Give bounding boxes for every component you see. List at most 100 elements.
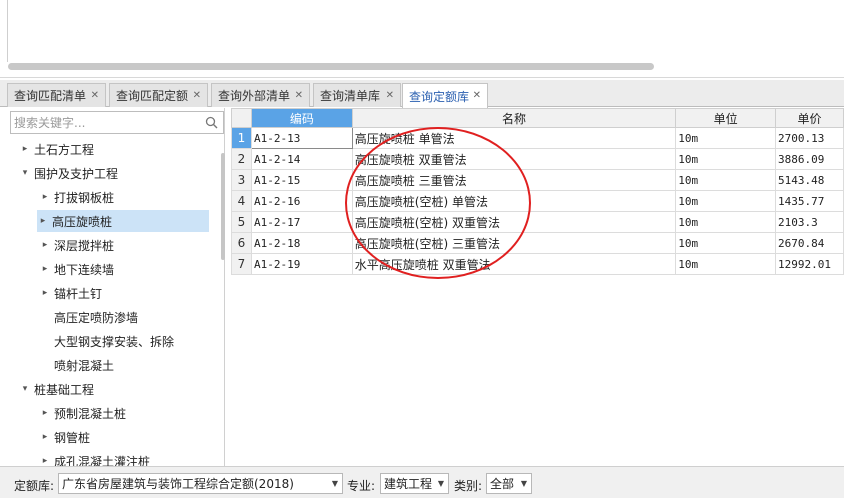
price-cell[interactable]: 5143.48 xyxy=(774,169,844,191)
row-number[interactable]: 4 xyxy=(231,190,252,212)
tree-node-label: 土石方工程 xyxy=(34,142,95,157)
table-row[interactable]: 5 A1-2-17 高压旋喷桩(空桩) 双重管法 10m 2103.3 xyxy=(231,211,844,233)
tree-node-label: 高压定喷防渗墙 xyxy=(54,310,139,325)
tree-node-label: 深层搅拌桩 xyxy=(54,238,115,253)
name-cell[interactable]: 高压旋喷桩 双重管法 xyxy=(351,148,677,170)
price-cell[interactable]: 2700.13 xyxy=(774,127,844,149)
price-cell[interactable]: 2670.84 xyxy=(774,232,844,254)
code-cell[interactable]: A1-2-17 xyxy=(250,211,353,233)
tab-query-external-list[interactable]: 查询外部清单 ✕ xyxy=(211,83,310,107)
category-label: 类别: xyxy=(454,479,483,493)
tab-label: 查询外部清单 xyxy=(218,89,291,103)
column-header-unit[interactable]: 单位 xyxy=(675,108,776,128)
unit-cell[interactable]: 10m xyxy=(675,190,776,212)
search-icon[interactable] xyxy=(205,116,218,129)
quota-table: 编码 名称 单位 单价 1 A1-2-13 高压旋喷桩 单管法 10m 2700.13 2… xyxy=(231,108,844,275)
unit-cell[interactable]: 10m xyxy=(675,148,776,170)
code-cell[interactable]: A1-2-15 xyxy=(250,169,353,191)
horizontal-scrollbar[interactable] xyxy=(8,63,654,70)
tab-query-matched-list[interactable]: 查询匹配清单 ✕ xyxy=(7,83,106,107)
tree-node[interactable]: ▸ 锚杆土钉 xyxy=(39,282,102,304)
column-header-price[interactable]: 单价 xyxy=(774,108,844,128)
name-cell[interactable]: 高压旋喷桩(空桩) 三重管法 xyxy=(351,232,677,254)
row-number[interactable]: 5 xyxy=(231,211,252,233)
table-row[interactable]: 6 A1-2-18 高压旋喷桩(空桩) 三重管法 10m 2670.84 xyxy=(231,232,844,254)
expand-arrow-icon[interactable]: ▸ xyxy=(39,456,51,466)
category-dropdown[interactable]: 全部 ▼ xyxy=(486,473,532,494)
search-box xyxy=(10,111,224,134)
expand-arrow-icon[interactable]: ▸ xyxy=(37,216,49,226)
tree-node[interactable]: ▸ 深层搅拌桩 xyxy=(39,234,114,256)
tab-query-list-library[interactable]: 查询清单库 ✕ xyxy=(313,83,401,107)
tree-node-label: 高压旋喷桩 xyxy=(52,214,113,229)
collapse-arrow-icon[interactable]: ▾ xyxy=(19,384,31,394)
expand-arrow-icon[interactable]: ▸ xyxy=(19,144,31,154)
row-number[interactable]: 2 xyxy=(231,148,252,170)
tree-node[interactable]: ▸ 钢管桩 xyxy=(39,426,90,448)
row-number[interactable]: 6 xyxy=(231,232,252,254)
row-number[interactable]: 3 xyxy=(231,169,252,191)
tab-query-matched-quota[interactable]: 查询匹配定额 ✕ xyxy=(109,83,208,107)
specialty-dropdown[interactable]: 建筑工程 ▼ xyxy=(380,473,449,494)
unit-cell[interactable]: 10m xyxy=(675,253,776,275)
close-icon[interactable]: ✕ xyxy=(473,90,481,101)
tree-node[interactable]: ▸ 地下连续墙 xyxy=(39,258,114,280)
code-cell[interactable]: A1-2-14 xyxy=(250,148,353,170)
tree-node[interactable]: ▸ 打拔钢板桩 xyxy=(39,186,114,208)
price-cell[interactable]: 1435.77 xyxy=(774,190,844,212)
name-cell[interactable]: 水平高压旋喷桩 双重管法 xyxy=(351,253,677,275)
column-header-code[interactable]: 编码 xyxy=(250,108,353,128)
close-icon[interactable]: ✕ xyxy=(91,90,99,101)
table-row[interactable]: 3 A1-2-15 高压旋喷桩 三重管法 10m 5143.48 xyxy=(231,169,844,191)
expand-arrow-icon[interactable]: ▸ xyxy=(39,288,51,298)
name-cell[interactable]: 高压旋喷桩(空桩) 双重管法 xyxy=(351,211,677,233)
specialty-value: 建筑工程 xyxy=(384,477,433,491)
tree-node[interactable]: 大型钢支撑安装、拆除 xyxy=(39,330,174,352)
tree-node[interactable]: ▾ 桩基础工程 xyxy=(19,378,94,400)
table-row[interactable]: 7 A1-2-19 水平高压旋喷桩 双重管法 10m 12992.01 xyxy=(231,253,844,275)
name-cell[interactable]: 高压旋喷桩 单管法 xyxy=(351,127,677,149)
tab-label: 查询匹配清单 xyxy=(14,89,87,103)
unit-cell[interactable]: 10m xyxy=(675,169,776,191)
table-row[interactable]: 2 A1-2-14 高压旋喷桩 双重管法 10m 3886.09 xyxy=(231,148,844,170)
expand-arrow-icon[interactable]: ▸ xyxy=(39,264,51,274)
close-icon[interactable]: ✕ xyxy=(295,90,303,101)
table-row[interactable]: 4 A1-2-16 高压旋喷桩(空桩) 单管法 10m 1435.77 xyxy=(231,190,844,212)
price-cell[interactable]: 12992.01 xyxy=(774,253,844,275)
tree-node[interactable]: ▸ 高压旋喷桩 xyxy=(37,210,209,232)
search-input[interactable] xyxy=(14,113,199,132)
name-cell[interactable]: 高压旋喷桩(空桩) 单管法 xyxy=(351,190,677,212)
code-cell[interactable]: A1-2-13 xyxy=(250,127,353,149)
row-number[interactable]: 1 xyxy=(231,127,252,149)
tree-node[interactable]: 高压定喷防渗墙 xyxy=(39,306,138,328)
price-cell[interactable]: 2103.3 xyxy=(774,211,844,233)
code-cell[interactable]: A1-2-19 xyxy=(250,253,353,275)
column-header-name[interactable]: 名称 xyxy=(351,108,677,128)
close-icon[interactable]: ✕ xyxy=(193,90,201,101)
close-icon[interactable]: ✕ xyxy=(386,90,394,101)
vertical-scrollbar[interactable] xyxy=(221,153,225,260)
specialty-label: 专业: xyxy=(347,479,376,493)
expand-arrow-icon[interactable]: ▸ xyxy=(39,240,51,250)
tree-node[interactable]: ▾ 围护及支护工程 xyxy=(19,162,118,184)
unit-cell[interactable]: 10m xyxy=(675,211,776,233)
code-cell[interactable]: A1-2-16 xyxy=(250,190,353,212)
tab-label: 查询清单库 xyxy=(320,89,381,103)
top-pane xyxy=(0,0,844,78)
tree-node[interactable]: ▸ 土石方工程 xyxy=(19,138,94,160)
name-cell[interactable]: 高压旋喷桩 三重管法 xyxy=(351,169,677,191)
expand-arrow-icon[interactable]: ▸ xyxy=(39,192,51,202)
tab-query-quota-library[interactable]: 查询定额库 ✕ xyxy=(402,83,488,108)
expand-arrow-icon[interactable]: ▸ xyxy=(39,432,51,442)
unit-cell[interactable]: 10m xyxy=(675,232,776,254)
tree-node[interactable]: 喷射混凝土 xyxy=(39,354,114,376)
collapse-arrow-icon[interactable]: ▾ xyxy=(19,168,31,178)
row-number[interactable]: 7 xyxy=(231,253,252,275)
table-row[interactable]: 1 A1-2-13 高压旋喷桩 单管法 10m 2700.13 xyxy=(231,127,844,149)
library-dropdown[interactable]: 广东省房屋建筑与装饰工程综合定额(2018) ▼ xyxy=(58,473,343,494)
unit-cell[interactable]: 10m xyxy=(675,127,776,149)
tree-node[interactable]: ▸ 预制混凝土桩 xyxy=(39,402,126,424)
price-cell[interactable]: 3886.09 xyxy=(774,148,844,170)
code-cell[interactable]: A1-2-18 xyxy=(250,232,353,254)
expand-arrow-icon[interactable]: ▸ xyxy=(39,408,51,418)
